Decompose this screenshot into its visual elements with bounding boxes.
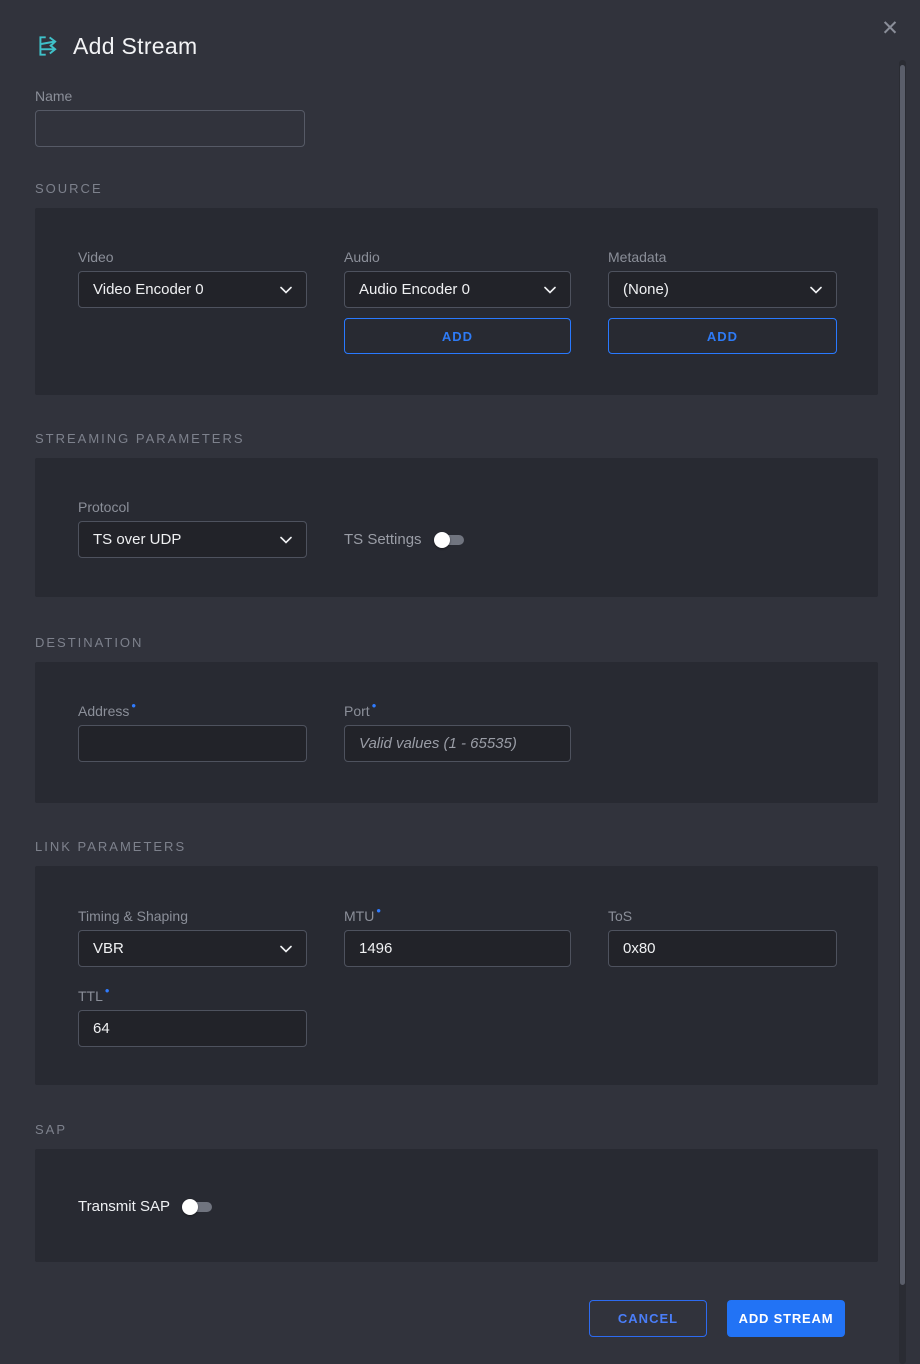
add-stream-button[interactable]: ADD STREAM bbox=[727, 1300, 845, 1337]
timing-shaping-select[interactable]: VBR bbox=[78, 930, 307, 967]
mtu-label: MTU bbox=[344, 908, 571, 924]
ttl-label: TTL bbox=[78, 988, 307, 1004]
audio-label: Audio bbox=[344, 249, 571, 265]
protocol-field-group: Protocol TS over UDP bbox=[78, 499, 307, 558]
toggle-knob bbox=[434, 532, 450, 548]
address-input[interactable] bbox=[78, 725, 307, 762]
toggle-knob bbox=[182, 1199, 198, 1215]
transmit-sap-toggle-row: Transmit SAP bbox=[35, 1149, 878, 1215]
tos-input[interactable] bbox=[608, 930, 837, 967]
mtu-field-group: MTU bbox=[344, 908, 571, 967]
chevron-down-icon bbox=[280, 286, 292, 294]
transmit-sap-label: Transmit SAP bbox=[78, 1199, 170, 1215]
section-title-sap: SAP bbox=[35, 1122, 878, 1138]
address-label: Address bbox=[78, 703, 307, 719]
metadata-field-group: Metadata (None) ADD bbox=[608, 249, 837, 354]
timing-shaping-value: VBR bbox=[93, 940, 124, 957]
add-audio-button[interactable]: ADD bbox=[344, 318, 571, 354]
port-field-group: Port bbox=[344, 703, 571, 762]
ts-settings-toggle-row: TS Settings bbox=[344, 499, 571, 558]
scrollbar-track[interactable] bbox=[899, 60, 906, 1364]
page-title: Add Stream bbox=[73, 33, 197, 60]
chevron-down-icon bbox=[810, 286, 822, 294]
ts-settings-toggle[interactable] bbox=[434, 532, 464, 548]
chevron-down-icon bbox=[544, 286, 556, 294]
stream-out-icon bbox=[35, 33, 61, 59]
metadata-label: Metadata bbox=[608, 249, 837, 265]
timing-shaping-label: Timing & Shaping bbox=[78, 908, 307, 924]
add-stream-dialog: Add Stream ✕ Name SOURCE Video Video Enc… bbox=[0, 0, 920, 1364]
close-icon[interactable]: ✕ bbox=[876, 14, 904, 42]
port-input[interactable] bbox=[344, 725, 571, 762]
add-metadata-button[interactable]: ADD bbox=[608, 318, 837, 354]
mtu-input[interactable] bbox=[344, 930, 571, 967]
transmit-sap-toggle[interactable] bbox=[182, 1199, 212, 1215]
section-title-source: SOURCE bbox=[35, 181, 878, 197]
dialog-footer: CANCEL ADD STREAM bbox=[35, 1300, 878, 1337]
chevron-down-icon bbox=[280, 536, 292, 544]
section-title-link-parameters: LINK PARAMETERS bbox=[35, 839, 878, 855]
timing-shaping-field-group: Timing & Shaping VBR bbox=[78, 908, 307, 967]
video-label: Video bbox=[78, 249, 307, 265]
video-encoder-select[interactable]: Video Encoder 0 bbox=[78, 271, 307, 308]
address-field-group: Address bbox=[78, 703, 307, 762]
ttl-field-group: TTL bbox=[78, 988, 307, 1047]
video-encoder-value: Video Encoder 0 bbox=[93, 281, 204, 298]
tos-label: ToS bbox=[608, 908, 837, 924]
sap-panel: Transmit SAP bbox=[35, 1149, 878, 1262]
streaming-parameters-panel: Protocol TS over UDP TS Settings bbox=[35, 458, 878, 597]
link-parameters-panel: Timing & Shaping VBR MTU ToS bbox=[35, 866, 878, 1085]
video-field-group: Video Video Encoder 0 bbox=[78, 249, 307, 354]
audio-field-group: Audio Audio Encoder 0 ADD bbox=[344, 249, 571, 354]
port-label: Port bbox=[344, 703, 571, 719]
name-label: Name bbox=[35, 88, 878, 104]
protocol-value: TS over UDP bbox=[93, 531, 181, 548]
dialog-header: Add Stream bbox=[35, 0, 878, 64]
ts-settings-label: TS Settings bbox=[344, 532, 422, 548]
section-title-destination: DESTINATION bbox=[35, 635, 878, 651]
metadata-select[interactable]: (None) bbox=[608, 271, 837, 308]
destination-panel: Address Port bbox=[35, 662, 878, 803]
scrollbar-thumb[interactable] bbox=[900, 65, 905, 1285]
metadata-value: (None) bbox=[623, 281, 669, 298]
section-title-streaming-parameters: STREAMING PARAMETERS bbox=[35, 431, 878, 447]
source-panel: Video Video Encoder 0 Audio Audio Encode… bbox=[35, 208, 878, 395]
chevron-down-icon bbox=[280, 945, 292, 953]
cancel-button[interactable]: CANCEL bbox=[589, 1300, 707, 1337]
protocol-select[interactable]: TS over UDP bbox=[78, 521, 307, 558]
ttl-input[interactable] bbox=[78, 1010, 307, 1047]
audio-encoder-value: Audio Encoder 0 bbox=[359, 281, 470, 298]
audio-encoder-select[interactable]: Audio Encoder 0 bbox=[344, 271, 571, 308]
name-input[interactable] bbox=[35, 110, 305, 147]
protocol-label: Protocol bbox=[78, 499, 307, 515]
tos-field-group: ToS bbox=[608, 908, 837, 967]
